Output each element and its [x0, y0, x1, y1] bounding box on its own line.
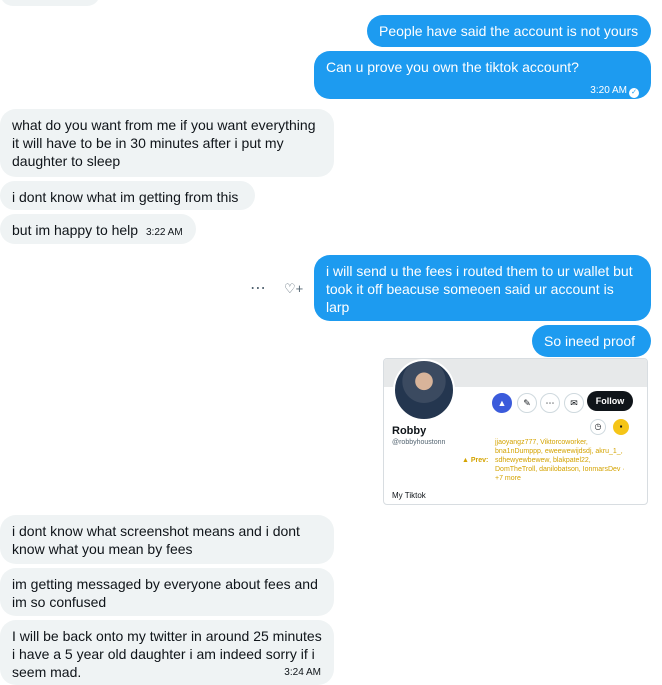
message-text: im getting messaged by everyone about fe…	[12, 576, 318, 610]
avatar	[393, 359, 455, 421]
grok-icon: ▲	[492, 393, 512, 413]
profile-name: Robby	[392, 425, 427, 437]
message-icon: ✉	[564, 393, 584, 413]
bio-text: My Tiktok	[392, 491, 426, 500]
incoming-message-2[interactable]: i dont know what im getting from this	[0, 181, 255, 210]
badge-icon: ▪	[613, 419, 629, 435]
previous-names-label: ▲ Prev:	[462, 457, 489, 464]
profile-handle: @robbyhoustonn	[392, 439, 446, 446]
incoming-message-6[interactable]: I will be back onto my twitter in around…	[0, 620, 334, 685]
message-timestamp: 3:22 AM	[145, 227, 183, 238]
outgoing-message-1[interactable]: People have said the account is not your…	[367, 15, 651, 47]
more-options-icon[interactable]: ⋯	[250, 281, 266, 297]
message-text: I will be back onto my twitter in around…	[12, 628, 322, 680]
previous-names-list: jjaoyangz777, Viktorcoworker, bna1nDumpp…	[495, 439, 625, 482]
incoming-message-1[interactable]: what do you want from me if you want eve…	[0, 109, 334, 177]
screenshot-attachment[interactable]: ▲ ✎ ⋯ ✉ Follow ◷ ▪ Robby @robbyhoustonn …	[383, 358, 648, 505]
follow-button: Follow	[587, 391, 633, 411]
history-icon: ◷	[590, 419, 606, 435]
message-timestamp: 3:20 AM	[590, 85, 627, 96]
message-text: People have said the account is not your…	[379, 23, 639, 39]
message-text: i dont know what im getting from this	[12, 189, 239, 205]
message-text: what do you want from me if you want eve…	[12, 117, 316, 169]
outgoing-message-2[interactable]: Can u prove you own the tiktok account? …	[314, 51, 651, 99]
message-text: i dont know what screenshot means and i …	[12, 523, 300, 557]
outgoing-message-4[interactable]: So ineed proof	[532, 325, 651, 357]
cropped-incoming-bubble	[0, 0, 100, 6]
check-icon: ✓	[629, 88, 639, 98]
message-text: i will send u the fees i routed them to …	[326, 263, 633, 315]
message-timestamp: 3:24 AM	[284, 667, 321, 678]
message-text: Can u prove you own the tiktok account?	[326, 59, 579, 75]
add-reaction-icon[interactable]: ♡+	[284, 281, 303, 297]
incoming-message-3[interactable]: but im happy to help 3:22 AM	[0, 214, 196, 244]
message-text: but im happy to help	[12, 222, 139, 238]
more-icon: ⋯	[540, 393, 560, 413]
message-text: So ineed proof	[544, 333, 636, 349]
incoming-message-5[interactable]: im getting messaged by everyone about fe…	[0, 568, 334, 616]
outgoing-message-3[interactable]: i will send u the fees i routed them to …	[314, 255, 651, 321]
incoming-message-4[interactable]: i dont know what screenshot means and i …	[0, 515, 334, 564]
edit-icon: ✎	[517, 393, 537, 413]
